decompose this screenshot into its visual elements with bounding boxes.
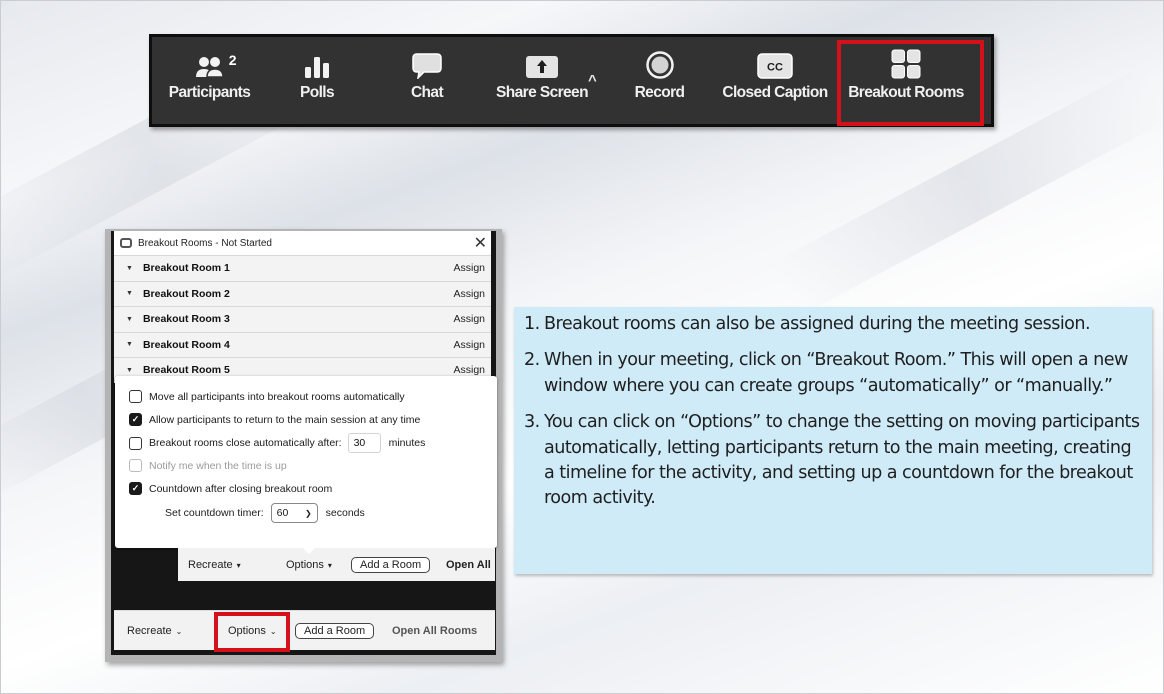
instruction-item: 3. You can click on “Options” to change … <box>524 410 1142 512</box>
popup-footer-bar: Recreate ▾ Options ▾ Add a Room Open All <box>178 548 495 581</box>
allow-return-checkbox[interactable]: ✓ <box>129 413 142 426</box>
instruction-number: 3. <box>524 412 540 433</box>
assign-button[interactable]: Assign <box>453 364 485 376</box>
record-label: Record <box>634 84 685 101</box>
chevron-down-icon: ▾ <box>236 560 241 570</box>
instruction-number: 2. <box>524 350 540 371</box>
close-auto-checkbox[interactable] <box>129 436 142 450</box>
closed-caption-button[interactable]: CC Closed Caption <box>720 37 830 124</box>
close-auto-label: Breakout rooms close automatically after… <box>149 437 342 449</box>
window-title: Breakout Rooms - Not Started <box>138 237 272 249</box>
chat-label: Chat <box>410 84 444 101</box>
room-name: Breakout Room 5 <box>142 364 230 377</box>
closed-caption-icon: CC <box>757 37 793 81</box>
room-list: ▼ Breakout Room 1 Assign ▼ Breakout Room… <box>114 255 491 383</box>
expand-triangle-icon[interactable]: ▼ <box>126 290 133 297</box>
option-allow-return[interactable]: ✓ Allow participants to return to the ma… <box>129 413 420 426</box>
assign-button[interactable]: Assign <box>453 262 485 274</box>
participants-button[interactable]: 2 Participants <box>167 37 252 124</box>
recreate-label: Recreate <box>188 558 233 571</box>
countdown-timer-value: 60 <box>276 507 289 519</box>
zoom-app-icon <box>120 238 132 248</box>
room-name: Breakout Room 4 <box>142 338 230 351</box>
notify-checkbox <box>129 459 142 472</box>
close-minutes-input[interactable]: 30 <box>347 433 381 453</box>
open-all-rooms-button[interactable]: Open All Rooms <box>392 625 477 637</box>
chevron-down-icon: ❯ <box>304 508 312 518</box>
expand-triangle-icon[interactable]: ▼ <box>126 367 133 374</box>
record-icon <box>645 37 674 81</box>
chat-icon <box>412 37 442 81</box>
countdown-timer-select[interactable]: 60 ❯ <box>270 503 318 523</box>
recreate-label: Recreate <box>127 624 172 637</box>
window-title-bar: Breakout Rooms - Not Started ✕ <box>114 231 491 255</box>
assign-button[interactable]: Assign <box>453 339 485 351</box>
countdown-label: Countdown after closing breakout room <box>149 482 333 495</box>
countdown-timer-label: Set countdown timer: <box>165 507 264 519</box>
room-name: Breakout Room 1 <box>142 262 230 275</box>
expand-triangle-icon[interactable]: ▼ <box>126 265 133 272</box>
add-room-button[interactable]: Add a Room <box>351 556 431 573</box>
room-row[interactable]: ▼ Breakout Room 1 Assign <box>114 255 491 281</box>
close-icon[interactable]: ✕ <box>474 233 487 253</box>
options-highlight <box>214 612 290 652</box>
instruction-item: 2. When in your meeting, click on “Break… <box>524 348 1142 399</box>
polls-icon <box>304 37 330 81</box>
participant-count: 2 <box>228 52 237 68</box>
participants-icon: 2 <box>195 37 237 81</box>
window-footer-bar: Recreate ⌄ Options ⌄ Add a Room Open All R… <box>114 610 495 650</box>
polls-button[interactable]: Polls <box>287 37 347 124</box>
room-row[interactable]: ▼ Breakout Room 3 Assign <box>114 306 491 332</box>
options-label: Options <box>286 558 324 571</box>
share-screen-button[interactable]: Share Screen <box>492 37 592 124</box>
chevron-down-icon: ▾ <box>327 560 332 570</box>
closed-caption-icon-text: CC <box>767 62 783 74</box>
add-room-button[interactable]: Add a Room <box>295 622 375 639</box>
assign-button[interactable]: Assign <box>453 313 485 325</box>
options-button[interactable]: Options ▾ <box>286 559 332 571</box>
closed-caption-label: Closed Caption <box>722 84 828 101</box>
open-all-rooms-button[interactable]: Open All <box>446 559 491 571</box>
expand-triangle-icon[interactable]: ▼ <box>126 316 133 323</box>
record-button[interactable]: Record <box>627 37 692 124</box>
move-auto-label: Move all participants into breakout room… <box>149 390 405 403</box>
room-row[interactable]: ▼ Breakout Room 4 Assign <box>114 331 491 357</box>
polls-label: Polls <box>299 84 335 101</box>
minutes-unit: minutes <box>388 437 426 449</box>
option-notify: Notify me when the time is up <box>129 459 287 472</box>
option-move-automatically[interactable]: Move all participants into breakout room… <box>129 390 405 403</box>
breakout-rooms-highlight <box>837 40 984 126</box>
notify-label: Notify me when the time is up <box>149 459 287 472</box>
option-countdown[interactable]: ✓ Countdown after closing breakout room <box>129 482 332 495</box>
instruction-number: 1. <box>524 314 540 334</box>
instruction-text: Breakout rooms can also be assigned duri… <box>544 314 1091 334</box>
recreate-button[interactable]: Recreate ▾ <box>188 559 241 571</box>
assign-button[interactable]: Assign <box>453 288 485 300</box>
share-screen-label: Share Screen <box>496 84 588 101</box>
expand-triangle-icon[interactable]: ▼ <box>126 341 133 348</box>
option-countdown-timer: Set countdown timer: 60 ❯ seconds <box>165 503 365 523</box>
instruction-text: When in your meeting, click on “Breakout… <box>544 350 1128 396</box>
move-auto-checkbox[interactable] <box>129 390 142 403</box>
share-screen-options-caret[interactable]: ^ <box>588 72 597 89</box>
room-name: Breakout Room 3 <box>142 313 230 326</box>
option-close-automatically[interactable]: Breakout rooms close automatically after… <box>129 433 425 453</box>
room-name: Breakout Room 2 <box>142 287 230 300</box>
instruction-text: You can click on “Options” to change the… <box>544 412 1140 509</box>
share-screen-icon <box>525 37 559 81</box>
chat-button[interactable]: Chat <box>397 37 457 124</box>
recreate-button[interactable]: Recreate ⌄ <box>127 625 182 637</box>
allow-return-label: Allow participants to return to the main… <box>149 413 421 426</box>
countdown-checkbox[interactable]: ✓ <box>129 482 142 495</box>
instructions-box: 1. Breakout rooms can also be assigned d… <box>514 307 1152 574</box>
chevron-down-icon: ⌄ <box>175 626 183 636</box>
room-row[interactable]: ▼ Breakout Room 2 Assign <box>114 280 491 306</box>
instruction-item: 1. Breakout rooms can also be assigned d… <box>524 312 1142 337</box>
options-popup: Move all participants into breakout room… <box>115 376 497 548</box>
participants-label: Participants <box>168 84 251 101</box>
seconds-unit: seconds <box>325 507 365 519</box>
